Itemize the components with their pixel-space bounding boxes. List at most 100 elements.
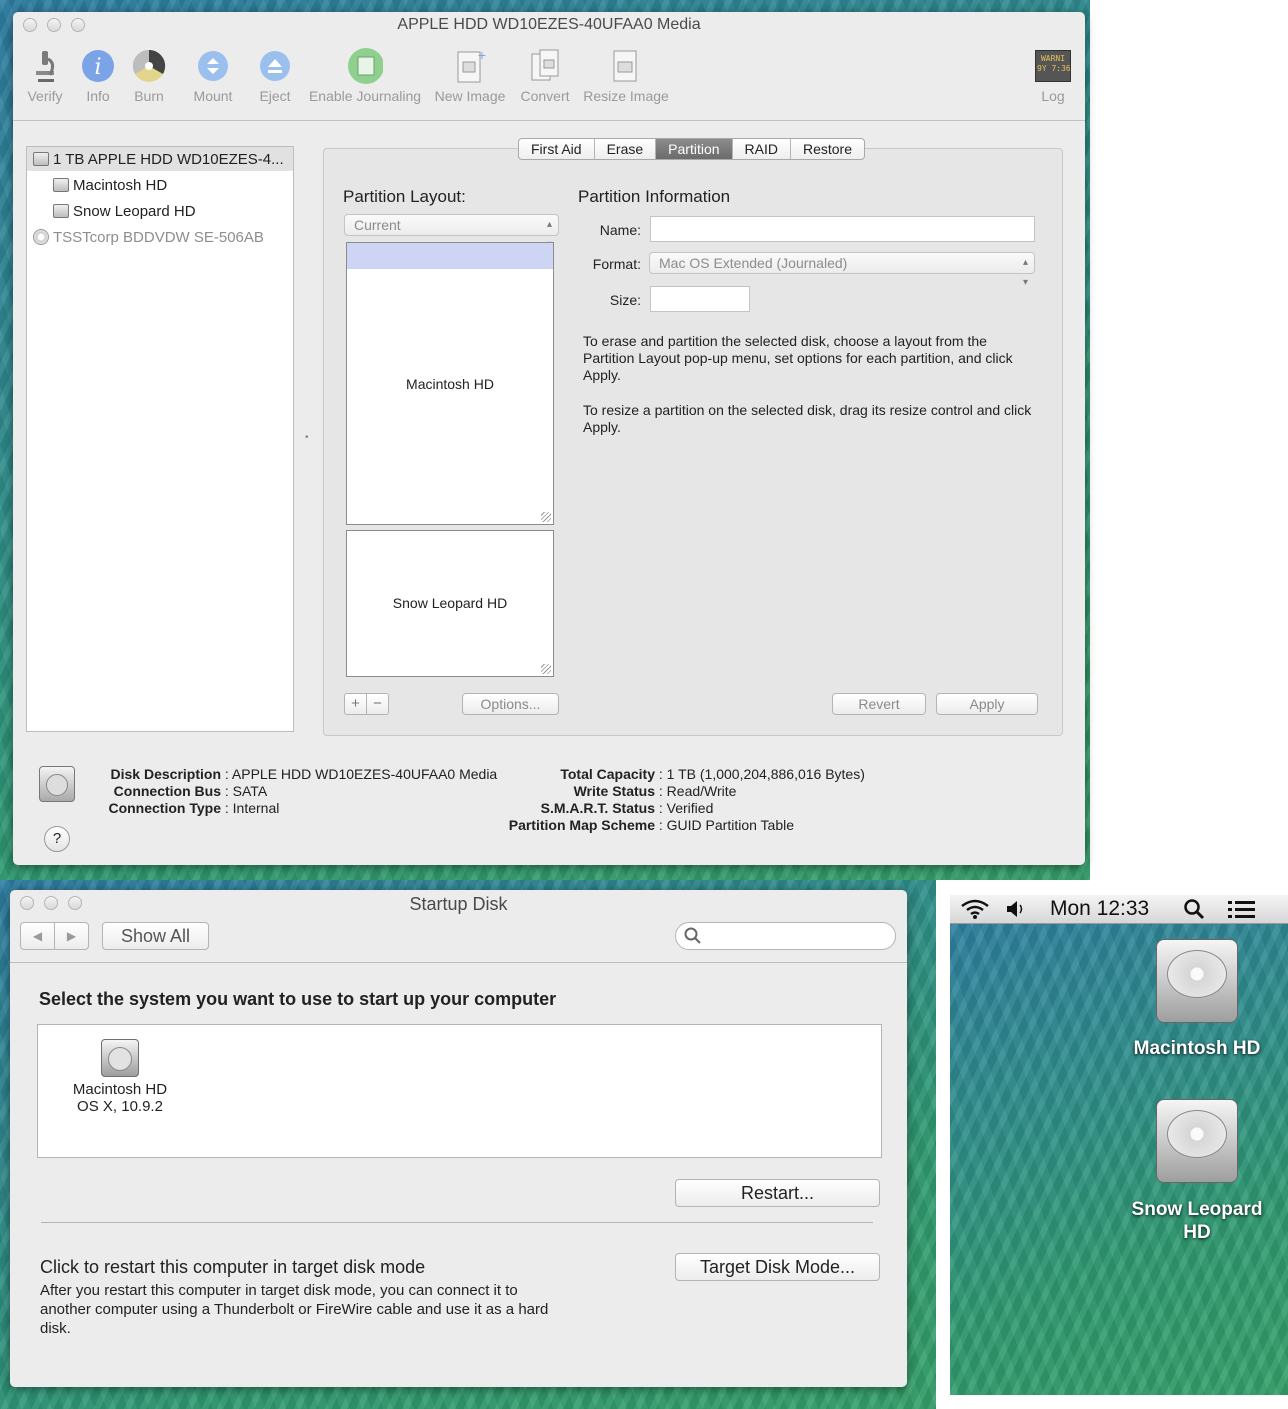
target-disk-heading: Click to restart this computer in target… <box>40 1257 426 1277</box>
detail-row: Connection Bus : SATA <box>113 783 268 799</box>
layout-popup[interactable]: Current▴▾ <box>344 214 559 250</box>
sidebar-item-snow-leopard-hd[interactable]: Snow Leopard HD <box>53 199 196 223</box>
volume-icon <box>53 204 69 218</box>
info-icon: i <box>80 48 116 84</box>
resize-image-button[interactable]: Resize Image <box>581 48 671 104</box>
apply-button[interactable]: Apply <box>936 693 1038 715</box>
show-all-button[interactable]: Show All <box>102 922 209 950</box>
partition-selection-highlight <box>347 243 553 269</box>
sidebar-item-macintosh-hd[interactable]: Macintosh HD <box>53 173 167 197</box>
tab-restore[interactable]: Restore <box>791 139 864 159</box>
details-right: Total Capacity : 1 TB (1,000,204,886,016… <box>501 766 865 834</box>
hard-disk-icon <box>33 152 49 166</box>
tab-first-aid[interactable]: First Aid <box>519 139 595 159</box>
restart-button[interactable]: Restart... <box>675 1179 880 1207</box>
revert-button[interactable]: Revert <box>832 693 926 715</box>
splitter-handle[interactable]: • <box>305 432 309 443</box>
desktop-panel: Mon 12:33 Macintosh HD Snow Leopard HD <box>950 895 1288 1395</box>
convert-icon <box>527 48 563 84</box>
toolbar: Verify i Info Burn Mount Eject Enable Jo… <box>13 38 1085 121</box>
disk-detail-icon <box>39 766 75 802</box>
burn-button[interactable]: Burn <box>127 48 171 104</box>
tab-erase[interactable]: Erase <box>595 139 657 159</box>
wifi-icon[interactable] <box>959 898 991 920</box>
format-popup[interactable]: Mac OS Extended (Journaled) ▴ ▾ <box>649 252 1035 288</box>
log-icon: WARNI 9Y 7:36 <box>1035 48 1071 84</box>
journaling-icon <box>347 48 383 84</box>
format-label: Format: <box>592 256 641 272</box>
target-disk-text: After you restart this computer in targe… <box>40 1282 549 1337</box>
new-image-button[interactable]: + New Image <box>431 48 509 104</box>
detail-row: S.M.A.R.T. Status : Verified <box>540 800 714 816</box>
close-button[interactable] <box>20 896 34 910</box>
window-controls <box>20 896 82 910</box>
partition-block-snow-leopard-hd[interactable]: Snow Leopard HD <box>346 530 554 677</box>
name-label: Name: <box>599 222 641 238</box>
detail-row: Partition Map Scheme : GUID Partition Ta… <box>508 817 795 833</box>
verify-button[interactable]: Verify <box>19 48 71 104</box>
startup-volume-list[interactable]: Macintosh HD OS X, 10.9.2 <box>37 1024 882 1158</box>
close-button[interactable] <box>23 18 37 32</box>
notification-center-icon[interactable] <box>1226 898 1258 922</box>
title-bar: APPLE HDD WD10EZES-40UFAA0 Media <box>13 12 1085 38</box>
eject-icon <box>257 48 293 84</box>
forward-arrow-icon[interactable]: ▶ <box>55 923 88 949</box>
tab-raid[interactable]: RAID <box>733 139 791 159</box>
partition-layout-label: Partition Layout: <box>343 187 466 206</box>
disk-list-sidebar[interactable]: 1 TB APPLE HDD WD10EZES-4... Macintosh H… <box>26 146 294 732</box>
desktop-icon-macintosh-hd[interactable] <box>1130 939 1264 1023</box>
hard-disk-icon <box>101 1039 139 1077</box>
resize-image-icon <box>608 48 644 84</box>
new-image-icon: + <box>452 48 488 84</box>
add-partition-button[interactable]: + <box>345 694 367 714</box>
convert-button[interactable]: Convert <box>515 48 575 104</box>
startup-volume-macintosh-hd[interactable]: Macintosh HD OS X, 10.9.2 <box>64 1039 176 1115</box>
desktop-icon-label: Snow Leopard HD <box>1131 1199 1263 1243</box>
details-left: Disk Description : APPLE HDD WD10EZES-40… <box>99 766 497 817</box>
window-controls <box>23 18 85 32</box>
zoom-button[interactable] <box>71 18 85 32</box>
target-disk-mode-button[interactable]: Target Disk Mode... <box>675 1253 880 1281</box>
mount-button[interactable]: Mount <box>189 48 237 104</box>
log-icon-text: WARNI 9Y 7:36 <box>1035 50 1071 82</box>
menu-bar: Mon 12:33 <box>950 895 1288 924</box>
enable-journaling-button[interactable]: Enable Journaling <box>305 48 425 104</box>
name-field[interactable] <box>650 216 1035 242</box>
detail-row: Total Capacity : 1 TB (1,000,204,886,016… <box>560 766 865 782</box>
minimize-button[interactable] <box>47 18 61 32</box>
minimize-button[interactable] <box>44 896 58 910</box>
resize-handle-icon[interactable] <box>541 664 551 674</box>
size-field[interactable] <box>650 286 750 312</box>
desktop-icon-snow-leopard-hd[interactable] <box>1130 1099 1264 1183</box>
help-text-resize: To resize a partition on the selected di… <box>583 402 1032 435</box>
title-bar: Startup Disk <box>10 890 907 918</box>
zoom-button[interactable] <box>68 896 82 910</box>
sidebar-item-physical-disk[interactable]: 1 TB APPLE HDD WD10EZES-4... <box>27 147 293 171</box>
spotlight-search-icon[interactable] <box>1182 897 1206 921</box>
partition-block-macintosh-hd[interactable]: Macintosh HD <box>346 242 554 525</box>
info-button[interactable]: i Info <box>75 48 121 104</box>
search-field[interactable] <box>675 922 896 950</box>
help-button[interactable]: ? <box>44 826 70 852</box>
size-label: Size: <box>609 292 641 308</box>
search-input[interactable] <box>706 926 890 944</box>
sidebar-item-optical-drive[interactable]: TSSTcorp BDDVDW SE-506AB <box>33 225 264 249</box>
microscope-icon <box>27 48 63 84</box>
search-icon <box>684 927 701 944</box>
mount-icon <box>195 48 231 84</box>
tab-partition[interactable]: Partition <box>656 139 733 159</box>
menu-bar-clock[interactable]: Mon 12:33 <box>1050 897 1149 921</box>
desktop-icon-label: Macintosh HD <box>1133 1038 1261 1059</box>
remove-partition-button[interactable]: − <box>367 694 388 714</box>
burn-icon <box>131 48 167 84</box>
options-button[interactable]: Options... <box>462 693 559 715</box>
log-button[interactable]: WARNI 9Y 7:36 Log <box>1029 48 1077 104</box>
window-title: Startup Disk <box>409 894 508 914</box>
startup-heading: Select the system you want to use to sta… <box>39 989 557 1009</box>
volume-icon[interactable] <box>1005 899 1025 919</box>
partition-map: Macintosh HD Snow Leopard HD <box>346 242 554 677</box>
eject-button[interactable]: Eject <box>251 48 299 104</box>
add-remove-control: + − <box>344 693 389 715</box>
back-arrow-icon[interactable]: ◀ <box>21 923 55 949</box>
resize-handle-icon[interactable] <box>541 512 551 522</box>
